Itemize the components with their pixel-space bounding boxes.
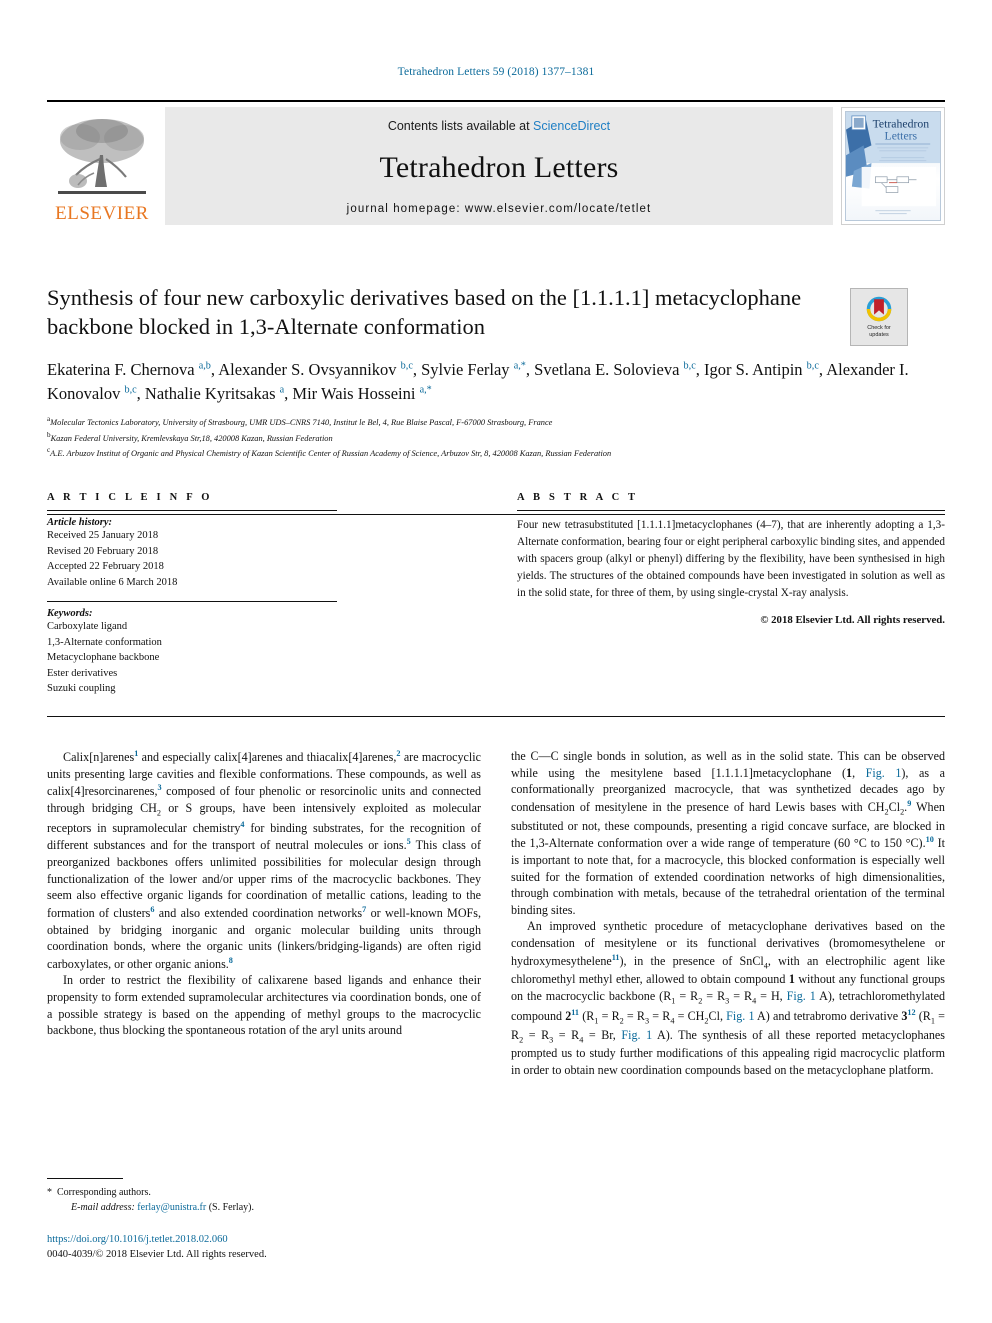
crossmark-label-line2: updates [869, 332, 889, 338]
page-title: Synthesis of four new carboxylic derivat… [47, 285, 802, 339]
column-gap [337, 492, 517, 697]
article-info-rule [47, 510, 337, 511]
history-available-online: Available online 6 March 2018 [47, 576, 178, 588]
affiliation-item: aMolecular Tectonics Laboratory, Univers… [47, 414, 945, 429]
info-band-bottom-rule [47, 716, 945, 717]
sciencedirect-link[interactable]: ScienceDirect [533, 119, 610, 133]
body-column-left: Calix[n]arenes1 and especially calix[4]a… [47, 748, 481, 1078]
corresponding-author-note: * Corresponding authors. [47, 1185, 481, 1200]
corresponding-author-text: Corresponding authors. [57, 1187, 151, 1198]
contents-prefix: Contents lists available at [387, 119, 534, 133]
affiliation-item: cA.E. Arbuzov Institut of Organic and Ph… [47, 445, 945, 460]
abstract-heading: A B S T R A C T [517, 492, 639, 503]
elsevier-logo: ELSEVIER [47, 107, 157, 225]
affiliation-item: bKazan Federal University, Kremlevskaya … [47, 430, 945, 445]
article-info-heading: A R T I C L E I N F O [47, 492, 213, 503]
body-column-right: the C—C single bonds in solution, as wel… [511, 748, 945, 1078]
crossmark-label-line1: Check for [867, 325, 891, 332]
cover-artwork-icon: Tetrahedron Letters [846, 112, 940, 215]
keyword-item: 1,3-Alternate conformation [47, 636, 162, 648]
journal-title: Tetrahedron Letters [379, 151, 619, 184]
asterisk-icon: * [47, 1187, 52, 1198]
title-block: Synthesis of four new carboxylic derivat… [47, 284, 945, 461]
affiliation-text: Molecular Tectonics Laboratory, Universi… [50, 418, 553, 428]
history-accepted: Accepted 22 February 2018 [47, 561, 164, 573]
info-abstract-band: A R T I C L E I N F O Article history: R… [47, 492, 945, 697]
email-label: E-mail address: [71, 1202, 135, 1213]
elsevier-tree-icon [58, 119, 146, 194]
footnote-rule [47, 1178, 123, 1179]
affiliation-list: aMolecular Tectonics Laboratory, Univers… [47, 414, 945, 460]
contents-available-line: Contents lists available at ScienceDirec… [388, 119, 610, 133]
journal-homepage-line[interactable]: journal homepage: www.elsevier.com/locat… [347, 203, 652, 215]
abstract-copyright: © 2018 Elsevier Ltd. All rights reserved… [760, 614, 945, 627]
crossmark-badge[interactable]: Check for updates [850, 288, 908, 346]
journal-masthead: ELSEVIER Contents lists available at Sci… [47, 100, 945, 225]
journal-article-page: Tetrahedron Letters 59 (2018) 1377–1381 [0, 0, 992, 1323]
issn-copyright-line: 0040-4039/© 2018 Elsevier Ltd. All right… [47, 1249, 267, 1261]
abstract-text: Four new tetrasubstituted [1.1.1.1]metac… [517, 519, 945, 600]
keywords-rule [47, 601, 337, 603]
doi-link[interactable]: https://doi.org/10.1016/j.tetlet.2018.02… [47, 1232, 547, 1247]
elsevier-wordmark: ELSEVIER [55, 203, 149, 224]
abstract-rule [517, 510, 945, 511]
history-revised: Revised 20 February 2018 [47, 545, 159, 557]
journal-cover-art: Tetrahedron Letters [845, 111, 941, 221]
email-link[interactable]: ferlay@unistra.fr [137, 1202, 206, 1213]
crossmark-label: Check for updates [867, 325, 891, 339]
keywords-label: Keywords: [47, 608, 93, 620]
history-received: Received 25 January 2018 [47, 530, 159, 541]
svg-text:Letters: Letters [885, 129, 918, 142]
keyword-item: Suzuki coupling [47, 683, 116, 695]
email-note: E-mail address: ferlay@unistra.fr (S. Fe… [47, 1200, 481, 1215]
abstract-column: A B S T R A C T Four new tetrasubstitute… [517, 492, 945, 697]
email-suffix: (S. Ferlay). [208, 1202, 254, 1213]
running-head: Tetrahedron Letters 59 (2018) 1377–1381 [397, 66, 595, 78]
keyword-item: Ester derivatives [47, 667, 118, 679]
footer-block: https://doi.org/10.1016/j.tetlet.2018.02… [47, 1232, 547, 1262]
keyword-item: Metacyclophane backbone [47, 652, 160, 664]
body-text-right: the C—C single bonds in solution, as wel… [511, 749, 946, 1077]
affiliation-text: A.E. Arbuzov Institut of Organic and Phy… [50, 449, 612, 459]
footnote-block: * Corresponding authors. E-mail address:… [47, 1178, 481, 1215]
body-columns: Calix[n]arenes1 and especially calix[4]a… [47, 748, 945, 1078]
keyword-item: Carboxylate ligand [47, 621, 128, 633]
masthead-top-rule [47, 100, 945, 102]
article-history-label: Article history: [47, 517, 113, 528]
affiliation-text: Kazan Federal University, Kremlevskaya S… [50, 433, 333, 443]
journal-cover-thumbnail: Tetrahedron Letters [841, 107, 945, 225]
article-info-column: A R T I C L E I N F O Article history: R… [47, 492, 337, 697]
crossmark-icon [866, 296, 892, 322]
body-text-left: Calix[n]arenes1 and especially calix[4]a… [47, 749, 482, 1038]
author-list: Ekaterina F. Chernova a,b, Alexander S. … [47, 359, 909, 403]
masthead-center-panel: Contents lists available at ScienceDirec… [165, 107, 833, 225]
